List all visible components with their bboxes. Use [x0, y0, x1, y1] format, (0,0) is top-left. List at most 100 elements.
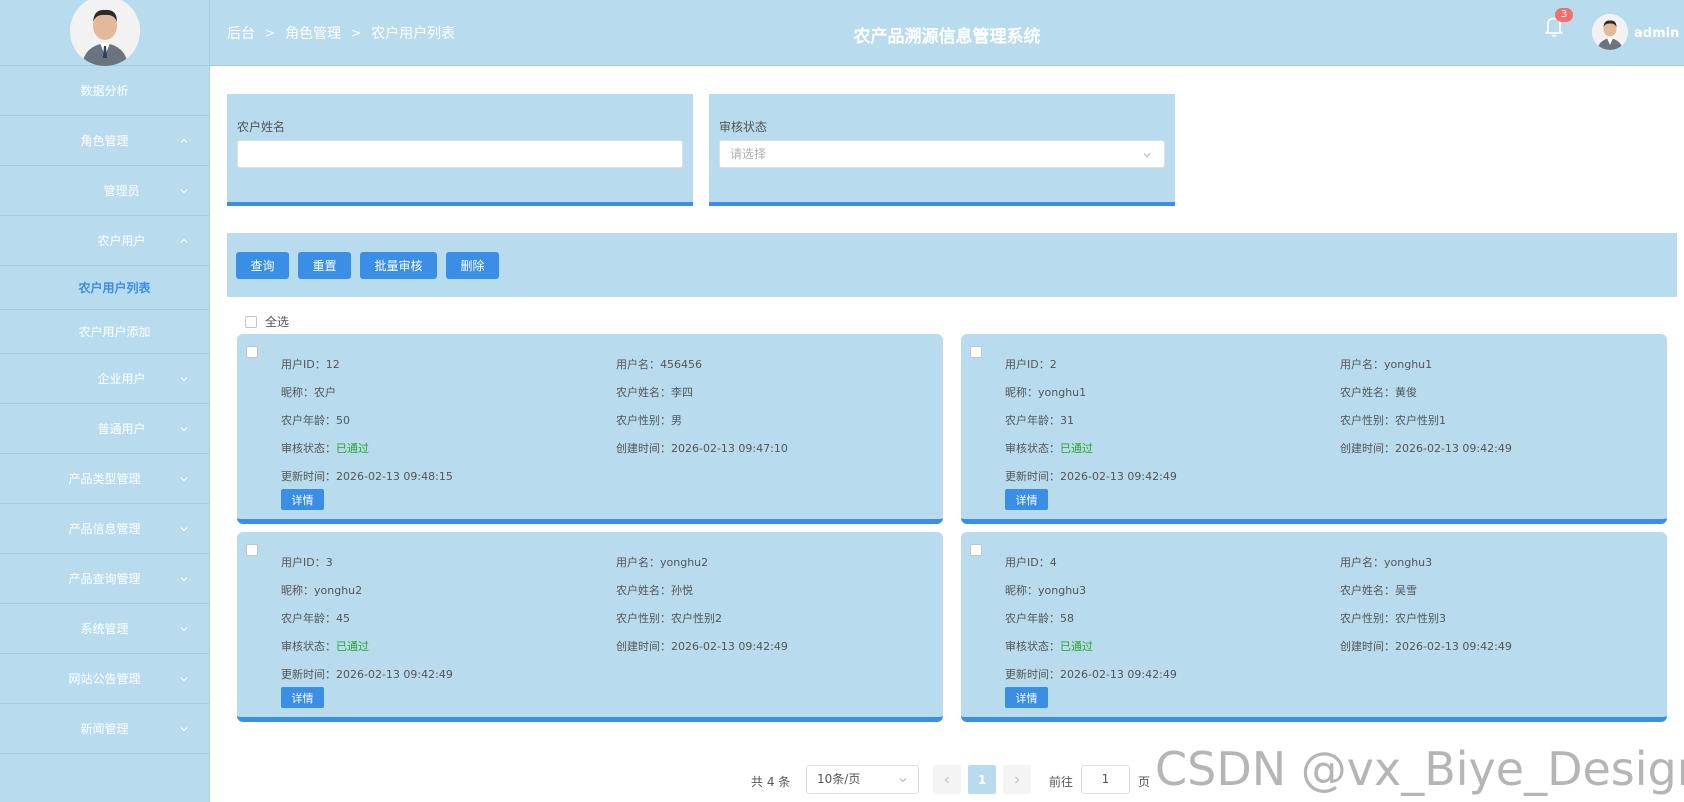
field-label: 农户姓名： — [616, 386, 671, 399]
field-value: 2026-02-13 09:47:10 — [671, 442, 788, 455]
detail-button[interactable]: 详情 — [281, 489, 324, 510]
select-all[interactable]: 全选 — [245, 313, 289, 330]
user-card-checkbox[interactable] — [246, 346, 258, 358]
farmer-name-label: 农户姓名 — [237, 120, 286, 134]
batch-review-button[interactable]: 批量审核 — [360, 252, 437, 279]
user-id-field: 用户ID：3 — [281, 554, 333, 570]
farmer-name-input[interactable] — [237, 140, 683, 168]
sidebar-item-normal-users[interactable]: 普通用户 — [0, 404, 209, 454]
field-label: 农户姓名： — [1340, 584, 1395, 597]
user-avatar[interactable] — [1592, 14, 1628, 50]
user-card-checkbox[interactable] — [970, 544, 982, 556]
farmer-name-filter-panel: 农户姓名 — [227, 94, 693, 206]
top-header: 后台 > 角色管理 > 农户用户列表 农产品溯源信息管理系统 3 admin — [210, 0, 1684, 66]
user-card-checkbox[interactable] — [246, 544, 258, 556]
page-size-select[interactable]: 10条/页 — [806, 765, 919, 794]
sidebar-item-role-management[interactable]: 角色管理 — [0, 116, 209, 166]
notification-badge: 3 — [1555, 8, 1573, 22]
field-value: 2 — [1049, 358, 1057, 371]
field-value: yonghu3 — [1384, 556, 1433, 569]
field-label: 用户名： — [616, 358, 660, 371]
nickname-field: 昵称：农户 — [281, 384, 336, 400]
field-value: 孙悦 — [671, 584, 693, 597]
farmer-gender-field: 农户性别：农户性别2 — [616, 610, 722, 626]
chevron-down-icon — [180, 476, 188, 481]
field-value: 3 — [325, 556, 333, 569]
sidebar-item-farmer-users[interactable]: 农户用户 — [0, 216, 209, 266]
update-time-field: 更新时间：2026-02-13 09:48:15 — [281, 468, 453, 484]
status-badge: 已通过 — [336, 640, 369, 653]
nickname-field: 昵称：yonghu3 — [1005, 582, 1086, 598]
prev-page-button[interactable] — [933, 765, 961, 794]
sidebar-item-product-type-management[interactable]: 产品类型管理 — [0, 454, 209, 504]
field-label: 用户名： — [1340, 556, 1384, 569]
sidebar-item-enterprise-users[interactable]: 企业用户 — [0, 354, 209, 404]
sidebar-item-farmer-user-list[interactable]: 农户用户列表 — [0, 266, 209, 310]
sidebar-item-label: 角色管理 — [80, 134, 129, 148]
pagination-total: 共 4 条 — [751, 774, 791, 789]
sidebar-item-news-management[interactable]: 新闻管理 — [0, 704, 209, 754]
field-value: 农户 — [314, 386, 336, 399]
select-all-checkbox[interactable] — [245, 315, 257, 328]
page-number-button[interactable]: 1 — [968, 765, 996, 794]
detail-button[interactable]: 详情 — [1005, 687, 1048, 708]
farmer-gender-field: 农户性别：男 — [616, 412, 682, 428]
review-status-field: 审核状态：已通过 — [1005, 440, 1093, 456]
chevron-down-icon — [180, 626, 188, 631]
field-label: 创建时间： — [616, 640, 671, 653]
user-card-checkbox[interactable] — [970, 346, 982, 358]
status-badge: 已通过 — [336, 442, 369, 455]
field-value: 吴雪 — [1395, 584, 1417, 597]
field-value: 31 — [1060, 414, 1074, 427]
sidebar-avatar-area — [0, 0, 209, 66]
next-page-button[interactable] — [1003, 765, 1031, 794]
sidebar-item-label: 数据分析 — [80, 84, 129, 98]
field-label: 审核状态： — [1005, 640, 1060, 653]
sidebar-item-administrator[interactable]: 管理员 — [0, 166, 209, 216]
review-status-select[interactable]: 请选择 — [719, 140, 1165, 168]
field-value: 农户性别3 — [1395, 612, 1446, 625]
username-label[interactable]: admin — [1634, 26, 1679, 41]
sidebar-item-label: 农户用户列表 — [78, 281, 151, 295]
goto-label: 前往 — [1049, 774, 1074, 789]
detail-button[interactable]: 详情 — [281, 687, 324, 708]
field-label: 农户性别： — [616, 414, 671, 427]
field-label: 用户ID： — [281, 358, 326, 371]
chevron-right-icon — [1015, 776, 1020, 783]
sidebar-item-system-management[interactable]: 系统管理 — [0, 604, 209, 654]
action-toolbar: 查询 重置 批量审核 删除 — [227, 233, 1677, 297]
field-label: 农户年龄： — [1005, 414, 1060, 427]
chevron-down-icon — [180, 376, 188, 381]
farmer-gender-field: 农户性别：农户性别3 — [1340, 610, 1446, 626]
sidebar-item-announcement-management[interactable]: 网站公告管理 — [0, 654, 209, 704]
field-label: 农户性别： — [616, 612, 671, 625]
query-button[interactable]: 查询 — [236, 252, 289, 279]
page-suffix-label: 页 — [1138, 774, 1151, 789]
sidebar-item-product-info-management[interactable]: 产品信息管理 — [0, 504, 209, 554]
field-label: 农户性别： — [1340, 612, 1395, 625]
field-label: 昵称： — [1005, 386, 1038, 399]
field-label: 更新时间： — [1005, 668, 1060, 681]
field-label: 农户性别： — [1340, 414, 1395, 427]
sidebar-item-farmer-user-add[interactable]: 农户用户添加 — [0, 310, 209, 354]
field-value: yonghu3 — [1038, 584, 1087, 597]
review-status-field: 审核状态：已通过 — [281, 638, 369, 654]
reset-button[interactable]: 重置 — [298, 252, 351, 279]
detail-button[interactable]: 详情 — [1005, 489, 1048, 510]
field-value: 2026-02-13 09:42:49 — [671, 640, 788, 653]
sidebar-item-data-analysis[interactable]: 数据分析 — [0, 66, 209, 116]
field-label: 审核状态： — [1005, 442, 1060, 455]
farmer-name-field: 农户姓名：吴雪 — [1340, 582, 1417, 598]
field-label: 农户年龄： — [281, 612, 336, 625]
delete-button[interactable]: 删除 — [446, 252, 499, 279]
goto-page-input[interactable]: 1 — [1081, 765, 1130, 794]
chevron-down-icon — [180, 676, 188, 681]
sidebar-item-product-query-management[interactable]: 产品查询管理 — [0, 554, 209, 604]
field-value: 农户性别2 — [671, 612, 722, 625]
create-time-field: 创建时间：2026-02-13 09:42:49 — [616, 638, 788, 654]
farmer-name-field: 农户姓名：李四 — [616, 384, 693, 400]
field-value: 2026-02-13 09:42:49 — [1395, 442, 1512, 455]
sidebar-menu: 数据分析 角色管理 管理员 农户用户 农户用户列表 农户用户添加 企业用户 普通… — [0, 66, 209, 754]
sidebar-item-label: 农户用户 — [97, 234, 146, 248]
review-status-label: 审核状态 — [719, 120, 768, 134]
